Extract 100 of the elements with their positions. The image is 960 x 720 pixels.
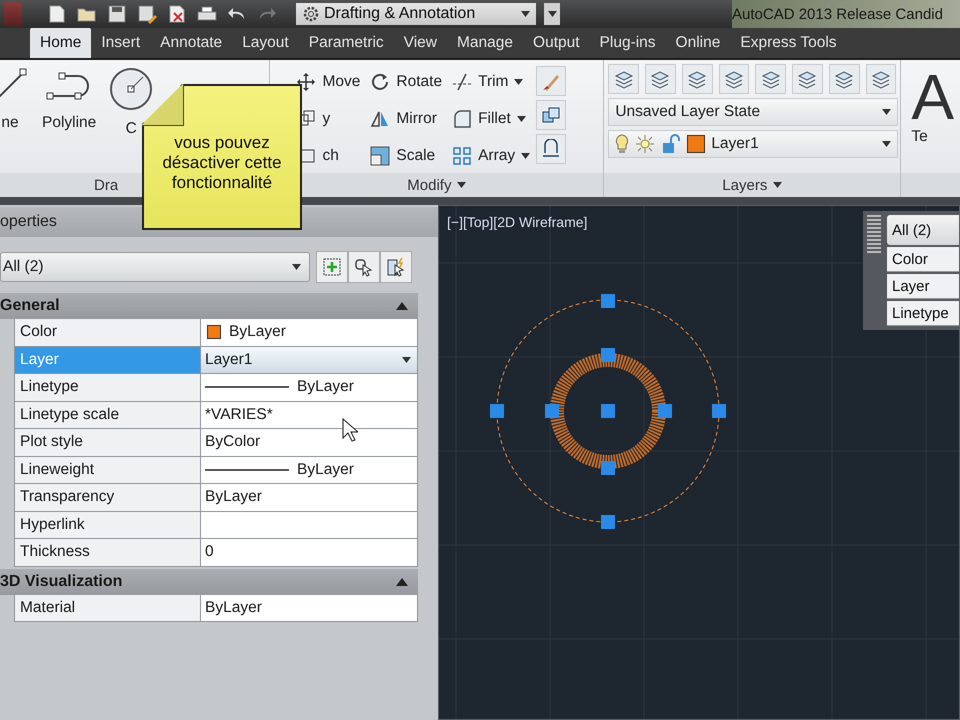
ribbon-tab[interactable]: Output [523, 28, 590, 58]
property-label[interactable]: Transparency [15, 484, 201, 510]
window-title: AutoCAD 2013 Release Candid [732, 0, 960, 28]
caret-icon [516, 116, 526, 122]
layer-tool[interactable] [792, 64, 823, 94]
caret-icon [521, 11, 530, 17]
property-value: *VARIES* [205, 406, 273, 424]
caret-icon [521, 153, 530, 159]
property-value: ByLayer [205, 488, 262, 506]
ribbon-tab[interactable]: Home [30, 28, 92, 58]
polyline-tool-label[interactable]: Polyline [42, 114, 96, 132]
caret-icon [402, 356, 411, 363]
text-tool-glyph[interactable]: A [911, 66, 954, 128]
property-label[interactable]: Color [15, 319, 201, 346]
layer-tool[interactable] [828, 64, 860, 94]
gear-icon [302, 5, 320, 23]
save-as-icon[interactable] [136, 4, 158, 24]
mirror-icon [370, 109, 390, 129]
ribbon-tab[interactable]: View [394, 28, 447, 58]
text-tool-label[interactable]: Te [911, 128, 928, 146]
drag-grip[interactable] [867, 215, 881, 255]
blocks-icon [541, 105, 562, 125]
caret-icon [882, 141, 892, 147]
add-selection-icon [322, 257, 342, 277]
toggle-pickadd-button[interactable] [316, 251, 348, 283]
array-icon [452, 146, 472, 166]
trim-icon [452, 72, 472, 92]
selected-circles-drawing[interactable] [490, 294, 726, 529]
bulb-icon [615, 134, 630, 154]
panel-title: Dra [94, 176, 118, 194]
modify-tool[interactable]: Scale [370, 144, 442, 168]
caret-icon [882, 109, 892, 115]
panel-title: Modify [407, 176, 452, 194]
ribbon-tab[interactable]: Manage [447, 28, 524, 58]
ribbon-tab[interactable]: Parametric [298, 28, 394, 58]
circle-icon[interactable] [108, 66, 154, 112]
scale-icon [370, 146, 390, 166]
selection-dropdown[interactable]: All (2) [0, 252, 310, 282]
line-tool-label[interactable]: ne [1, 114, 19, 132]
section-header[interactable]: General [0, 293, 418, 319]
property-label[interactable]: Linetype scale [15, 402, 201, 428]
property-value: ByLayer [229, 323, 286, 342]
quick-selection-dropdown[interactable]: All (2) [887, 215, 959, 245]
select-cursor-icon [354, 257, 374, 277]
select-objects-button[interactable] [348, 251, 380, 283]
save-icon[interactable] [106, 4, 128, 24]
property-value: ByLayer [205, 598, 262, 617]
quick-select-icon [386, 257, 406, 277]
modify-tool[interactable]: Trim [452, 70, 530, 94]
section-header[interactable]: 3D Visualization [0, 568, 418, 594]
quick-property-label: Layer [887, 274, 959, 299]
property-label[interactable]: Material [15, 594, 201, 621]
modify-tool[interactable]: Fillet [452, 107, 530, 131]
workspace-dropdown[interactable]: Drafting & Annotation [296, 3, 536, 25]
property-value: Layer1 [205, 350, 254, 369]
property-label[interactable]: Thickness [15, 539, 201, 566]
property-label[interactable]: Hyperlink [15, 512, 201, 538]
circle-tool-label[interactable]: C [126, 120, 137, 138]
ribbon-tab[interactable]: Express Tools [730, 28, 847, 58]
caret-icon [773, 182, 782, 188]
property-value: 0 [205, 543, 214, 562]
palette-title: operties [0, 213, 57, 231]
modify-tool[interactable]: Rotate [370, 70, 442, 94]
ribbon-tab[interactable]: Plug-ins [590, 28, 666, 58]
caret-icon [457, 182, 466, 188]
property-value: ByLayer [297, 460, 354, 479]
viewport-controls-label[interactable]: [−][Top][2D Wireframe] [447, 214, 588, 230]
caret-icon [292, 264, 301, 270]
ribbon-tab[interactable]: Insert [91, 28, 150, 58]
caret-icon [514, 79, 524, 85]
modify-tool[interactable]: Array [452, 144, 530, 168]
layer-tool[interactable] [608, 64, 640, 94]
sun-icon [635, 134, 656, 154]
quick-property-label: Linetype [887, 301, 959, 326]
property-label[interactable]: Linetype [15, 374, 201, 400]
layer-tool[interactable] [755, 64, 786, 94]
quick-select-button[interactable] [380, 251, 412, 283]
drawing-canvas[interactable] [439, 206, 959, 719]
property-value: ByLayer [297, 378, 354, 396]
rotate-icon [370, 72, 390, 92]
modify-tool[interactable]: Mirror [370, 107, 442, 131]
polyline-edit-icon [541, 139, 562, 159]
layer-tool[interactable] [718, 64, 750, 94]
blocks-tool[interactable] [536, 100, 566, 130]
ribbon-tab[interactable]: Online [666, 28, 730, 58]
ribbon-tab[interactable]: Annotate [150, 28, 232, 58]
layer-tool[interactable] [682, 64, 713, 94]
layer-tool[interactable] [866, 64, 896, 94]
layer-tool[interactable] [645, 64, 676, 94]
edit-polyline-tool[interactable] [536, 134, 566, 164]
caret-icon [548, 11, 556, 17]
callout-tooltip: vous pouvez désactiver cette fonctionnalité [142, 84, 302, 230]
unlocked-padlock-icon [661, 134, 682, 154]
layer-dropdown[interactable]: Layer1 [608, 130, 898, 158]
property-label[interactable]: Plot style [15, 429, 201, 456]
property-label[interactable]: Lineweight [15, 456, 201, 483]
customize-toolbar-button[interactable] [544, 3, 560, 25]
layer-state-dropdown[interactable]: Unsaved Layer State [608, 98, 898, 126]
ribbon-tab[interactable]: Layout [232, 28, 299, 58]
property-value: ByColor [205, 433, 260, 452]
